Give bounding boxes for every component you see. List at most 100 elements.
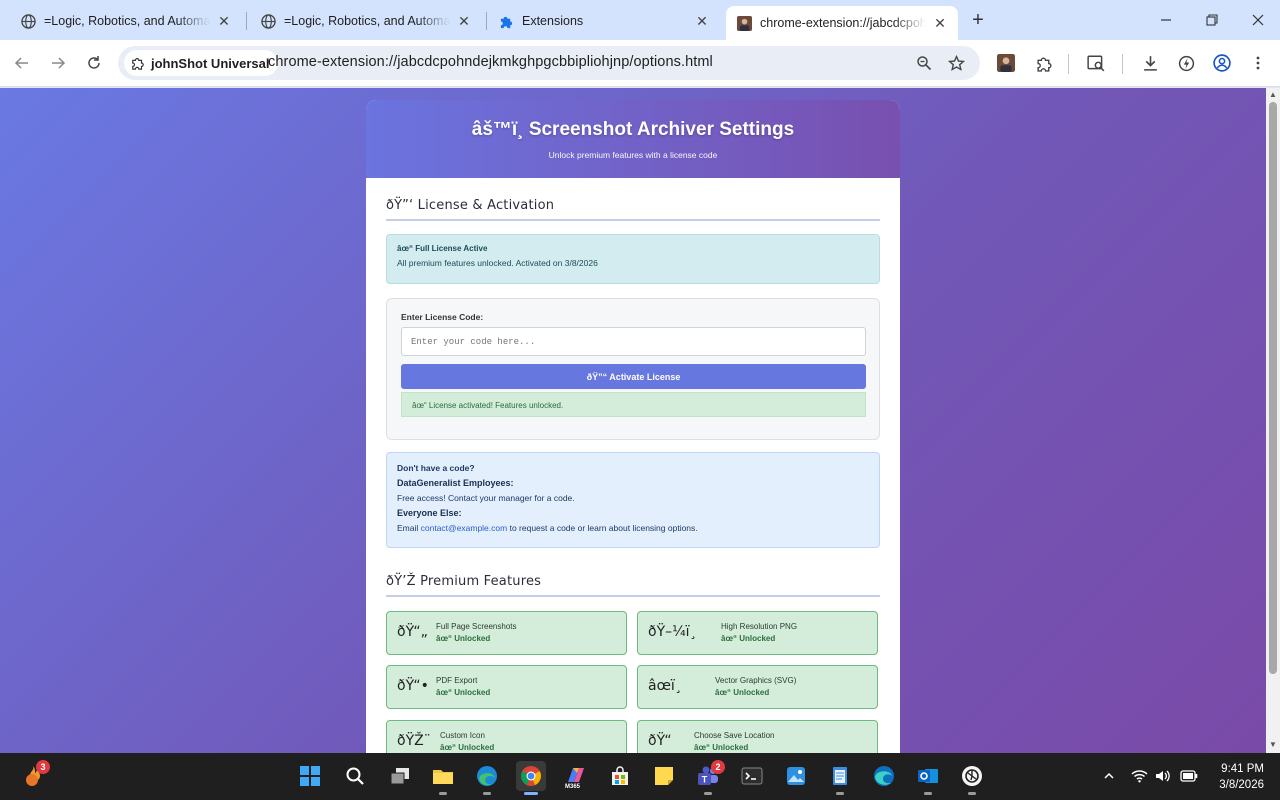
chrome-icon[interactable] [516,761,546,795]
feature-icon: ðŸ–¼ï¸ [648,624,697,640]
running-indicator [439,792,447,795]
license-code-label: Enter License Code: [401,312,484,322]
page-scrollbar[interactable]: ▲ ▼ [1266,88,1280,753]
feature-card-full-page: ðŸ“„ Full Page Screenshots âœ“ Unlocked [386,611,627,655]
scroll-down-arrow-icon[interactable]: ▼ [1269,741,1277,749]
tab-logic-robotics-2[interactable]: =Logic, Robotics, and Automati ✕ [250,6,482,36]
license-code-input[interactable] [401,327,866,356]
edge-icon[interactable] [869,761,899,791]
forward-button[interactable] [46,51,70,75]
chevron-up-icon[interactable] [1100,767,1118,785]
tab-extensions[interactable]: Extensions ✕ [488,6,720,36]
tab-label: Extensions [522,14,584,28]
edge-dev-icon[interactable] [472,761,502,795]
scroll-up-arrow-icon[interactable]: ▲ [1269,91,1277,99]
extensions-puzzle-icon[interactable] [1032,51,1056,75]
svg-text:T: T [702,775,708,785]
minimize-button[interactable] [1154,8,1178,32]
running-indicator [836,792,844,795]
taskbar-clock[interactable]: 9:41 PM 3/8/2026 [1206,761,1264,793]
feature-status: âœ“ Unlocked [436,688,491,697]
m365-copilot-icon[interactable]: M365 [561,761,591,791]
activate-license-button[interactable]: ðŸ”“ Activate License [401,364,866,389]
zoom-icon[interactable] [912,51,936,75]
notepad-icon[interactable] [825,761,855,795]
back-button[interactable] [10,51,34,75]
teams-icon[interactable]: T 2 [693,760,725,795]
task-view-icon[interactable] [385,761,415,791]
feature-status: âœ“ Unlocked [440,743,495,752]
everyone-prefix: Email [397,523,421,533]
clock-date: 3/8/2026 [1219,779,1264,791]
toolbar-separator [1122,54,1123,74]
site-chip-label: johnShot Universal [151,55,270,71]
microsoft-store-icon[interactable] [605,761,635,791]
close-icon[interactable]: ✕ [456,13,472,29]
feature-icon: âœï¸ [648,678,682,694]
performance-icon[interactable] [1174,51,1198,75]
sticky-notes-icon[interactable] [649,761,679,791]
tab-logic-robotics-1[interactable]: =Logic, Robotics, and Automati ✕ [10,6,242,36]
tab-separator [246,12,247,30]
search-icon[interactable] [340,761,370,791]
terminal-icon[interactable] [737,761,767,791]
tab-options-active[interactable]: chrome-extension://jabcdcpohn ✕ [726,6,958,40]
running-indicator [968,792,976,795]
feature-icon: ðŸ“• [397,678,429,694]
toolbar-separator [1068,54,1069,74]
close-window-button[interactable] [1246,8,1270,32]
running-indicator [924,792,932,795]
feature-status: âœ“ Unlocked [721,634,776,643]
globe-icon [260,13,276,29]
close-icon[interactable]: ✕ [932,15,948,31]
photos-icon[interactable] [781,761,811,791]
feature-name: High Resolution PNG [721,622,798,631]
bookmark-star-icon[interactable] [944,51,968,75]
battery-icon[interactable] [1180,767,1198,785]
activation-success-message: âœ“ License activated! Features unlocked… [401,392,866,417]
restore-button[interactable] [1200,8,1224,32]
feature-card-svg: âœï¸ Vector Graphics (SVG) âœ“ Unlocked [637,665,878,709]
employees-heading: DataGeneralist Employees: [397,478,514,488]
extension-puzzle-icon [130,55,146,71]
file-explorer-icon[interactable] [428,761,458,795]
close-icon[interactable]: ✕ [216,13,232,29]
windows-taskbar: 3 M365 T 2 9:41 PM 3/8/2026 [0,753,1280,800]
feature-status: âœ“ Unlocked [715,688,770,697]
features-section-heading: ðŸ’Ž Premium Features [386,574,542,589]
extension-avatar-icon[interactable] [994,51,1018,75]
url-text[interactable]: chrome-extension://jabcdcpohndejkmkghpgc… [268,54,713,70]
scroll-thumb[interactable] [1269,102,1277,674]
close-icon[interactable]: ✕ [694,13,710,29]
contact-email-link[interactable]: contact@example.com [421,523,508,533]
clock-time: 9:41 PM [1221,763,1264,775]
reload-button[interactable] [82,51,106,75]
taskbar-app-flame[interactable]: 3 [18,760,50,791]
outlook-icon[interactable] [913,761,943,795]
settings-card: âš™ï¸ Screenshot Archiver Settings Unloc… [366,100,900,753]
page-subtitle: Unlock premium features with a license c… [548,150,718,160]
license-status-box: âœ“ Full License Active All premium feat… [386,234,880,284]
tab-label: =Logic, Robotics, and Automati [44,14,210,28]
address-bar[interactable]: johnShot Universal chrome-extension://ja… [118,46,980,80]
feature-name: PDF Export [436,676,478,685]
download-icon[interactable] [1138,51,1162,75]
tab-strip: =Logic, Robotics, and Automati ✕ =Logic,… [0,0,1280,40]
profile-icon[interactable] [1210,51,1234,75]
start-button[interactable] [295,761,325,791]
side-panel-search-icon[interactable] [1084,51,1108,75]
license-status-text: All premium features unlocked. Activated… [397,258,598,268]
volume-icon[interactable] [1154,767,1172,785]
running-indicator [524,792,538,795]
tab-label: =Logic, Robotics, and Automati [284,14,450,28]
chatgpt-icon[interactable] [957,761,987,795]
site-info-chip[interactable]: johnShot Universal [124,50,279,76]
new-tab-button[interactable]: + [966,9,990,33]
section-divider [386,219,880,221]
licensing-info-box: Don't have a code? DataGeneralist Employ… [386,452,880,548]
license-status-title: âœ“ Full License Active [397,244,488,253]
page-viewport: âš™ï¸ Screenshot Archiver Settings Unloc… [0,88,1266,753]
license-section-heading: ðŸ”‘ License & Activation [386,198,555,213]
menu-kebab-icon[interactable] [1246,51,1270,75]
wifi-icon[interactable] [1130,767,1148,785]
